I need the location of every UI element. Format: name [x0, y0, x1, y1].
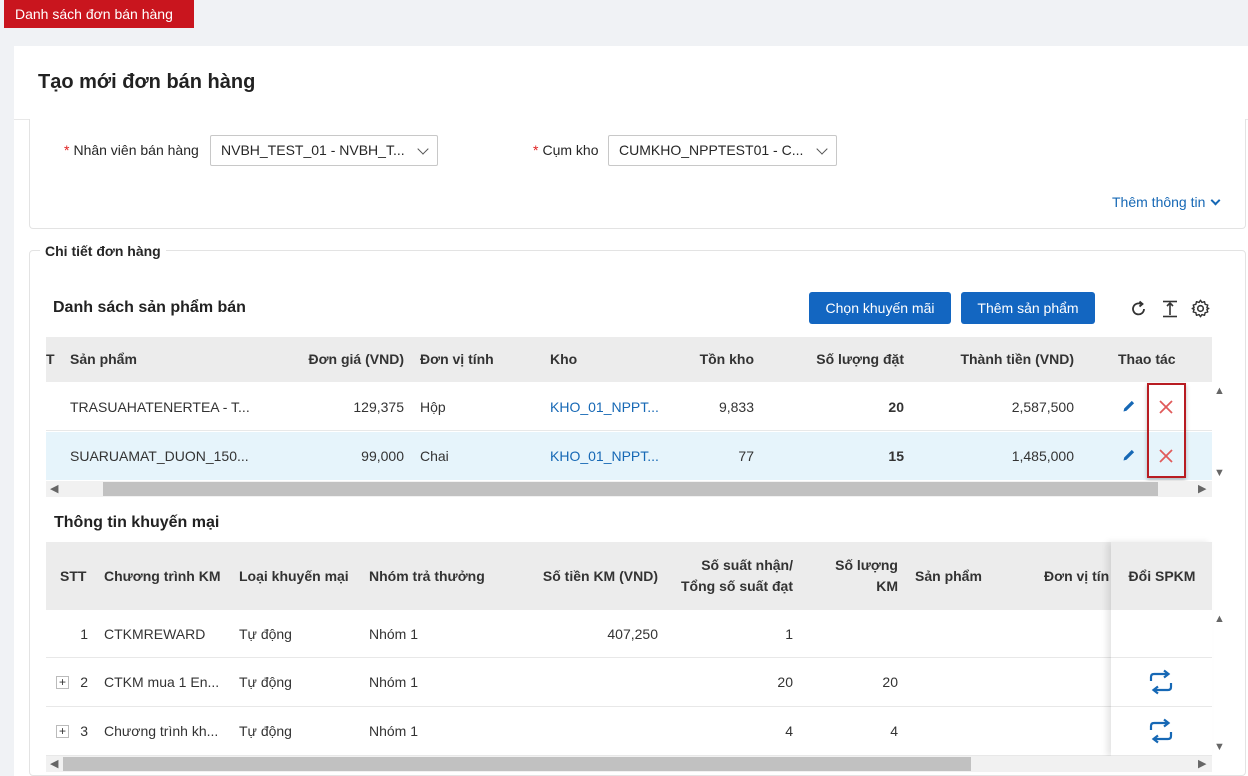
more-info-toggle[interactable]: Thêm thông tin	[1112, 194, 1221, 210]
promo-slots: 20	[777, 674, 793, 690]
promo-stt: 3	[80, 723, 88, 739]
scroll-right-arrow[interactable]: ▶	[1198, 482, 1206, 496]
col-actions: Thao tác	[1118, 351, 1176, 367]
scroll-down-arrow[interactable]: ▼	[1214, 740, 1225, 754]
promotions-title: Thông tin khuyến mại	[54, 514, 220, 531]
col-promo-unit: Đơn vị tín	[1044, 568, 1110, 584]
warehouse-cluster-label: * Cụm kho	[533, 142, 599, 158]
promo-amount: 407,250	[607, 626, 658, 642]
warehouse-cluster-value: CUMKHO_NPPTEST01 - C...	[619, 142, 804, 158]
col-stt: T	[46, 351, 55, 367]
promo-group: Nhóm 1	[369, 626, 419, 642]
col-program: Chương trình KM	[104, 568, 221, 584]
col-qty-line1: Số lượng	[835, 557, 898, 573]
column-height-icon[interactable]	[1160, 299, 1180, 319]
settings-gear-icon[interactable]	[1190, 298, 1211, 319]
product-qty: 15	[888, 448, 904, 464]
product-stock: 9,833	[718, 399, 754, 415]
scrollbar-thumb[interactable]	[63, 757, 971, 771]
product-stock: 77	[738, 448, 754, 464]
product-warehouse-link[interactable]: KHO_01_NPPT...	[550, 448, 659, 464]
scroll-down-arrow[interactable]: ▼	[1214, 466, 1225, 480]
product-name: SUARUAMAT_DUON_150...	[70, 448, 249, 464]
chevron-down-icon	[816, 143, 828, 155]
promo-stt: 2	[80, 674, 88, 690]
scroll-left-arrow[interactable]: ◀	[50, 757, 58, 771]
scrollbar-thumb[interactable]	[103, 482, 1158, 496]
product-amount: 2,587,500	[1011, 399, 1074, 415]
promotion-row[interactable]	[46, 708, 1212, 756]
page-title: Tạo mới đơn bán hàng	[38, 71, 256, 93]
fixed-column-shadow	[1111, 542, 1212, 756]
reload-icon[interactable]	[1129, 299, 1149, 319]
edit-pencil-icon[interactable]	[1121, 398, 1137, 414]
product-unit: Chai	[420, 448, 449, 464]
scroll-right-arrow[interactable]: ▶	[1198, 757, 1206, 771]
col-unit: Đơn vị tính	[420, 351, 494, 367]
col-product: Sản phẩm	[70, 351, 137, 367]
col-promo-qty: Số lượng KM	[800, 557, 898, 594]
promo-group: Nhóm 1	[369, 674, 419, 690]
promo-type: Tự động	[239, 723, 292, 739]
col-slots: Số suất nhận/ Tổng số suất đạt	[640, 557, 793, 594]
col-qty-line2: KM	[876, 578, 898, 594]
scroll-up-arrow[interactable]: ▲	[1214, 384, 1225, 398]
chevron-down-icon	[1210, 195, 1221, 206]
salesperson-select[interactable]: NVBH_TEST_01 - NVBH_T...	[210, 135, 438, 166]
promo-stt: 1	[80, 626, 88, 642]
promo-type: Tự động	[239, 674, 292, 690]
warehouse-cluster-select[interactable]: CUMKHO_NPPTEST01 - C...	[608, 135, 837, 166]
product-price: 99,000	[361, 448, 404, 464]
promo-program: CTKM mua 1 En...	[104, 674, 220, 690]
highlight-box	[1147, 383, 1186, 478]
choose-promotion-button[interactable]: Chọn khuyến mãi	[809, 292, 951, 324]
col-slots-line2: Tổng số suất đạt	[681, 578, 793, 594]
col-stt: STT	[60, 568, 87, 584]
promo-group: Nhóm 1	[369, 723, 419, 739]
col-reward-group: Nhóm trả thưởng	[369, 568, 485, 584]
col-amount: Thành tiền (VND)	[960, 351, 1074, 367]
promo-type: Tự động	[239, 626, 292, 642]
more-info-label: Thêm thông tin	[1112, 194, 1206, 210]
products-title: Danh sách sản phẩm bán	[53, 299, 246, 316]
promo-qty: 4	[890, 723, 898, 739]
col-promo-type: Loại khuyến mại	[239, 568, 349, 584]
edit-pencil-icon[interactable]	[1121, 447, 1137, 463]
product-qty: 20	[888, 399, 904, 415]
col-qty: Số lượng đặt	[816, 351, 904, 367]
product-name: TRASUAHATENERTEA - T...	[70, 399, 250, 415]
salesperson-label: * Nhân viên bán hàng	[64, 142, 199, 158]
col-price: Đơn giá (VND)	[308, 351, 404, 367]
order-details-legend: Chi tiết đơn hàng	[40, 243, 166, 259]
promo-slots: 4	[785, 723, 793, 739]
col-slots-line1: Số suất nhận/	[701, 557, 793, 573]
promo-slots: 1	[785, 626, 793, 642]
product-unit: Hộp	[420, 399, 446, 415]
chevron-down-icon	[417, 143, 429, 155]
product-warehouse-link[interactable]: KHO_01_NPPT...	[550, 399, 659, 415]
promotion-row[interactable]	[46, 659, 1212, 707]
add-product-button[interactable]: Thêm sản phẩm	[961, 292, 1095, 324]
tab-order-list[interactable]: Danh sách đơn bán hàng	[4, 0, 194, 28]
scroll-left-arrow[interactable]: ◀	[50, 482, 58, 496]
product-amount: 1,485,000	[1011, 448, 1074, 464]
promo-program: Chương trình kh...	[104, 723, 219, 739]
col-promo-product: Sản phẩm	[915, 568, 982, 584]
product-price: 129,375	[353, 399, 404, 415]
col-promo-amount: Số tiền KM (VND)	[542, 568, 658, 584]
scroll-up-arrow[interactable]: ▲	[1214, 612, 1225, 626]
promo-program: CTKMREWARD	[104, 626, 206, 642]
col-warehouse: Kho	[550, 351, 578, 367]
promo-qty: 20	[882, 674, 898, 690]
col-stock: Tồn kho	[699, 351, 754, 367]
salesperson-value: NVBH_TEST_01 - NVBH_T...	[221, 142, 405, 158]
